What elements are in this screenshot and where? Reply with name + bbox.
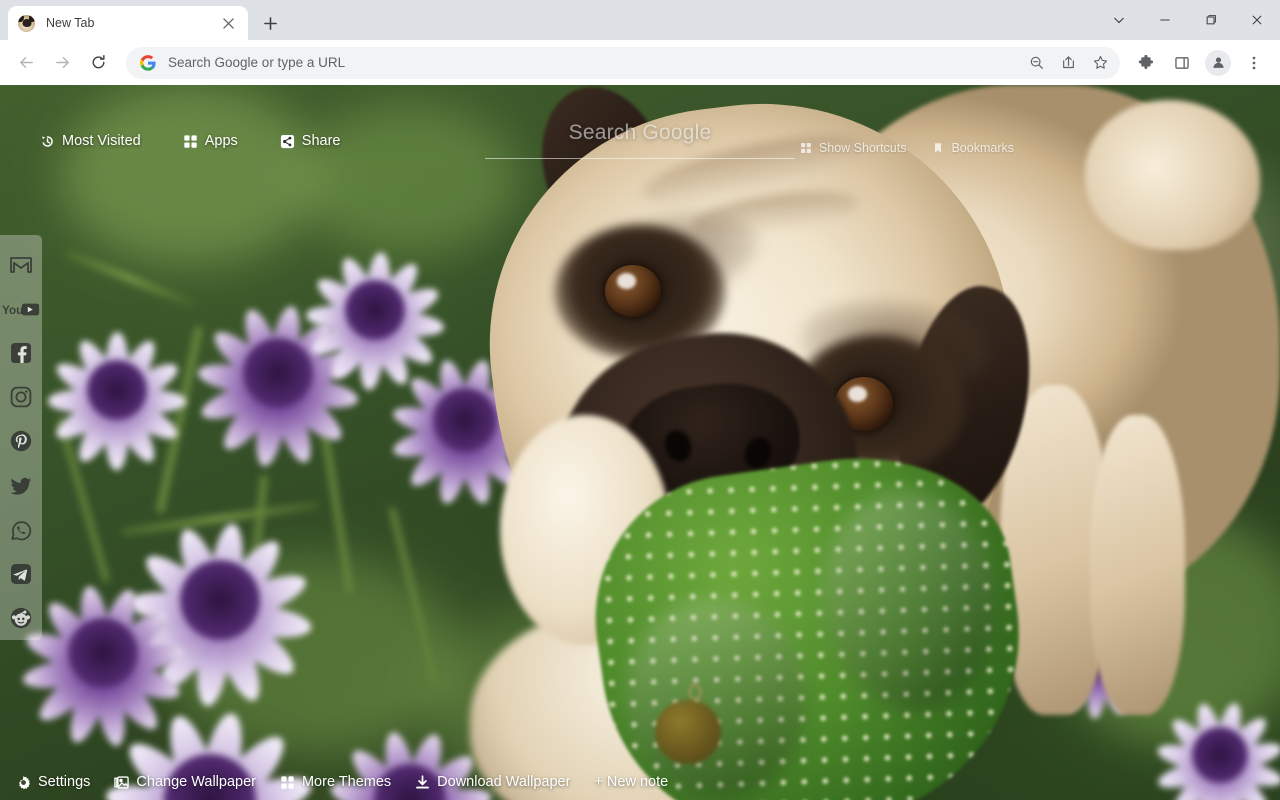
nav-bookmarks[interactable]: Bookmarks (932, 141, 1014, 155)
arrow-left-icon (19, 57, 33, 68)
close-window-icon[interactable] (1234, 0, 1280, 40)
whatsapp-icon (11, 520, 32, 541)
download-icon (415, 774, 430, 790)
kebab-menu-icon (1252, 56, 1256, 69)
search-underline (485, 158, 795, 159)
twitter-icon (10, 477, 32, 495)
grid-icon (280, 775, 295, 790)
toolbar-right-actions (1128, 46, 1272, 80)
bottom-download-wallpaper-label: Download Wallpaper (437, 774, 571, 790)
sidebar-item-youtube[interactable]: You (0, 287, 42, 331)
bookmark-button[interactable] (1085, 48, 1115, 78)
ntp-top-nav-right: Show Shortcuts Bookmarks (800, 141, 1040, 155)
nav-show-shortcuts[interactable]: Show Shortcuts (800, 141, 907, 155)
sidebar-item-telegram[interactable] (0, 552, 42, 596)
image-icon (114, 775, 130, 790)
nav-apps-label: Apps (204, 133, 238, 149)
social-sidebar: You (0, 235, 42, 640)
instagram-icon (10, 387, 32, 408)
browser-toolbar: Search Google or type a URL (0, 40, 1280, 85)
bottom-settings-label: Settings (38, 774, 91, 790)
sidebar-item-gmail[interactable] (0, 243, 42, 287)
nav-share[interactable]: Share (280, 133, 341, 149)
reload-button[interactable] (81, 46, 115, 80)
bottom-change-wallpaper-label: Change Wallpaper (136, 774, 256, 790)
maximize-icon[interactable] (1188, 0, 1234, 40)
ntp-bottom-bar: Settings Change Wallpaper More Themes Do… (0, 774, 1280, 790)
sidebar-item-twitter[interactable] (0, 464, 42, 508)
nav-bookmarks-label: Bookmarks (951, 141, 1014, 155)
bottom-new-note[interactable]: + New note (594, 774, 668, 790)
bottom-download-wallpaper[interactable]: Download Wallpaper (415, 774, 570, 790)
google-g-icon (140, 54, 156, 71)
plus-icon (263, 16, 277, 30)
close-icon[interactable] (218, 13, 238, 33)
zoom-out-button[interactable] (1021, 48, 1051, 78)
profile-button[interactable] (1205, 49, 1231, 76)
ntp-top-nav: Most Visited Apps Share (0, 133, 1280, 149)
tab-new-tab[interactable]: New Tab (8, 6, 248, 40)
telegram-icon (11, 563, 31, 584)
star-icon (1093, 55, 1107, 69)
bottom-settings[interactable]: Settings (16, 774, 90, 790)
minimize-icon[interactable] (1142, 0, 1188, 40)
side-panel-icon (1175, 56, 1189, 69)
side-panel-button[interactable] (1165, 46, 1199, 80)
youtube-icon: You (2, 303, 40, 317)
extensions-button[interactable] (1129, 46, 1163, 80)
sidebar-item-instagram[interactable] (0, 375, 42, 419)
pinterest-icon (10, 431, 32, 452)
pug-favicon (18, 14, 35, 32)
share-node-icon (280, 134, 295, 149)
nav-apps[interactable]: Apps (183, 133, 238, 149)
arrow-right-icon (55, 57, 69, 68)
pug-eye-left (605, 265, 661, 317)
person-icon (1212, 57, 1224, 68)
bookmark-icon (932, 142, 944, 154)
nav-share-label: Share (301, 133, 341, 149)
share-button[interactable] (1053, 48, 1083, 78)
chrome-menu-button[interactable] (1237, 46, 1271, 80)
search-minus-icon (1030, 56, 1043, 69)
grid-icon (800, 142, 812, 154)
nav-most-visited-label: Most Visited (62, 133, 141, 149)
svg-text:You: You (2, 304, 23, 317)
puzzle-icon (1138, 54, 1153, 69)
sidebar-item-pinterest[interactable] (0, 419, 42, 463)
share-icon (1062, 56, 1074, 69)
wallpaper-image (0, 85, 1280, 800)
sidebar-item-whatsapp[interactable] (0, 508, 42, 552)
reddit-icon (10, 607, 32, 629)
tab-strip: New Tab (0, 0, 1280, 40)
address-bar-placeholder: Search Google or type a URL (168, 55, 346, 70)
gmail-icon (10, 257, 32, 273)
facebook-icon (11, 343, 31, 364)
tab-search-chevron-down-icon[interactable] (1096, 0, 1142, 40)
bottom-change-wallpaper[interactable]: Change Wallpaper (114, 774, 256, 790)
window-controls (1096, 0, 1280, 40)
omnibox-actions (1020, 48, 1116, 78)
reload-icon (92, 54, 105, 69)
nav-show-shortcuts-label: Show Shortcuts (818, 141, 907, 155)
pug-bandana (576, 437, 1044, 800)
grid-icon (183, 134, 198, 149)
sidebar-item-facebook[interactable] (0, 331, 42, 375)
bottom-new-note-label: + New note (594, 774, 669, 790)
pug-dog-tag (655, 700, 721, 764)
history-icon (40, 134, 55, 149)
new-tab-page: Search Google Most Visited Apps Share Sh… (0, 85, 1280, 800)
pug-dog (0, 85, 1280, 800)
address-bar[interactable]: Search Google or type a URL (126, 46, 1120, 79)
forward-button[interactable] (45, 46, 79, 80)
sidebar-item-reddit[interactable] (0, 596, 42, 640)
nav-most-visited[interactable]: Most Visited (40, 133, 141, 149)
back-button[interactable] (9, 46, 43, 80)
tab-title: New Tab (46, 16, 95, 30)
new-tab-button[interactable] (256, 9, 284, 37)
bottom-more-themes[interactable]: More Themes (280, 774, 391, 790)
browser-window: New Tab Search Google or type a URL Sear… (0, 0, 1280, 800)
bottom-more-themes-label: More Themes (301, 774, 392, 790)
gear-icon (16, 775, 31, 790)
